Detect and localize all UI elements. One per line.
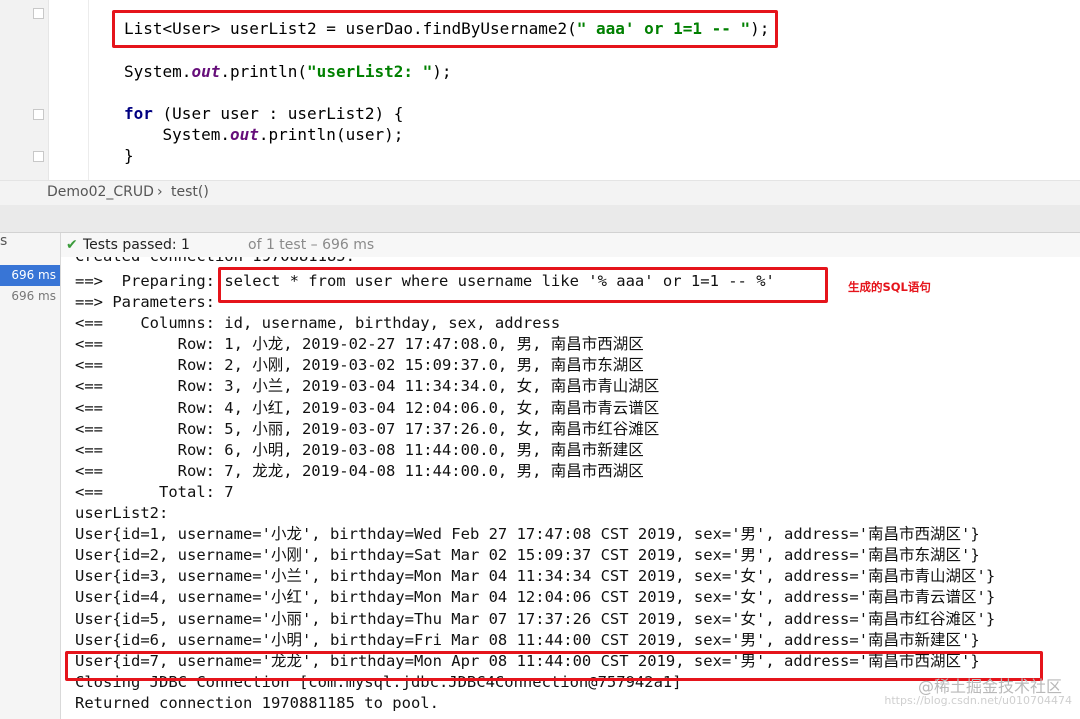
console-line: Created connection 1970881185. [75, 257, 355, 267]
check-icon: ✔ [66, 237, 78, 253]
status-label: Tests passed: 1 [83, 237, 190, 253]
string-literal: "userList2: " [307, 62, 433, 81]
fold-marker-icon[interactable] [33, 8, 44, 19]
console-line: <== Columns: id, username, birthday, sex… [75, 314, 561, 333]
code-token: .println( [220, 62, 308, 81]
console-line: Returned connection 1970881185 to pool. [75, 693, 439, 712]
console-line: <== Row: 2, 小刚, 2019-03-02 15:09:37.0, 男… [75, 356, 644, 375]
watermark-url: https://blog.csdn.net/u010704474 [884, 694, 1072, 707]
console-line: <== Row: 1, 小龙, 2019-02-27 17:47:08.0, 男… [75, 335, 644, 354]
code-line-3[interactable]: for (User user : userList2) { [124, 103, 403, 125]
highlight-box-sql [218, 267, 828, 303]
code-token: (User user : userList2) { [152, 104, 404, 123]
static-field: out [229, 125, 259, 144]
console-line: userList2: [75, 504, 178, 522]
code-line-4[interactable]: System.out.println(user); [124, 124, 404, 146]
indent-guide [88, 0, 89, 180]
breadcrumb-item-method[interactable]: test() [171, 184, 209, 200]
static-field: out [191, 62, 221, 81]
console-line: User{id=6, username='小明', birthday=Fri M… [75, 630, 980, 649]
code-token: .println(user); [258, 125, 404, 144]
code-token: System. [124, 125, 230, 144]
console-line: <== Row: 4, 小红, 2019-03-04 12:04:06.0, 女… [75, 398, 660, 417]
breadcrumb: Demo02_CRUD › test() [0, 180, 1080, 206]
fold-marker-icon[interactable] [33, 109, 44, 120]
console-output[interactable]: Created connection 1970881185. ==> Prepa… [61, 257, 1080, 719]
breadcrumb-separator: › [157, 184, 163, 200]
test-tree: 696 ms 696 ms [0, 233, 61, 719]
highlight-box-result [65, 651, 1043, 681]
status-detail: of 1 test – 696 ms [248, 237, 375, 253]
code-token: System. [124, 62, 192, 81]
console-line: User{id=5, username='小丽', birthday=Thu M… [75, 609, 996, 628]
console-line: <== Row: 3, 小兰, 2019-03-04 11:34:34.0, 女… [75, 377, 660, 396]
console-line: <== Row: 5, 小丽, 2019-03-07 17:37:26.0, 女… [75, 419, 660, 438]
annotation-label: 生成的SQL语句 [848, 280, 931, 294]
code-line-2[interactable]: System.out.println("userList2: "); [124, 61, 452, 83]
code-editor[interactable]: List<User> userList2 = userDao.findByUse… [0, 0, 1080, 180]
editor-gutter [0, 0, 49, 180]
console-line: User{id=2, username='小刚', birthday=Sat M… [75, 546, 980, 565]
panel-splitter[interactable] [0, 205, 1080, 233]
console-line: <== Row: 7, 龙龙, 2019-04-08 11:44:00.0, 男… [75, 461, 644, 480]
test-tree-item[interactable]: 696 ms [0, 265, 60, 286]
keyword: for [124, 104, 153, 123]
console-line: ==> Parameters: [75, 293, 225, 311]
code-token: ); [432, 62, 452, 81]
console-line: User{id=4, username='小红', birthday=Mon M… [75, 588, 996, 607]
highlight-box-call [112, 10, 778, 48]
breadcrumb-item-class[interactable]: Demo02_CRUD [47, 184, 154, 200]
console-line: User{id=3, username='小兰', birthday=Mon M… [75, 567, 996, 586]
console-line: User{id=1, username='小龙', birthday=Wed F… [75, 525, 980, 544]
test-tree-item[interactable]: 696 ms [0, 286, 60, 307]
code-line-5[interactable]: } [124, 145, 134, 167]
fold-marker-icon[interactable] [33, 151, 44, 162]
console-line: <== Row: 6, 小明, 2019-03-08 11:44:00.0, 男… [75, 440, 644, 459]
test-tree-label: s [0, 233, 8, 249]
console-line: <== Total: 7 [75, 482, 234, 501]
test-status-bar: ✔ Tests passed: 1 of 1 test – 696 ms [61, 233, 1080, 258]
